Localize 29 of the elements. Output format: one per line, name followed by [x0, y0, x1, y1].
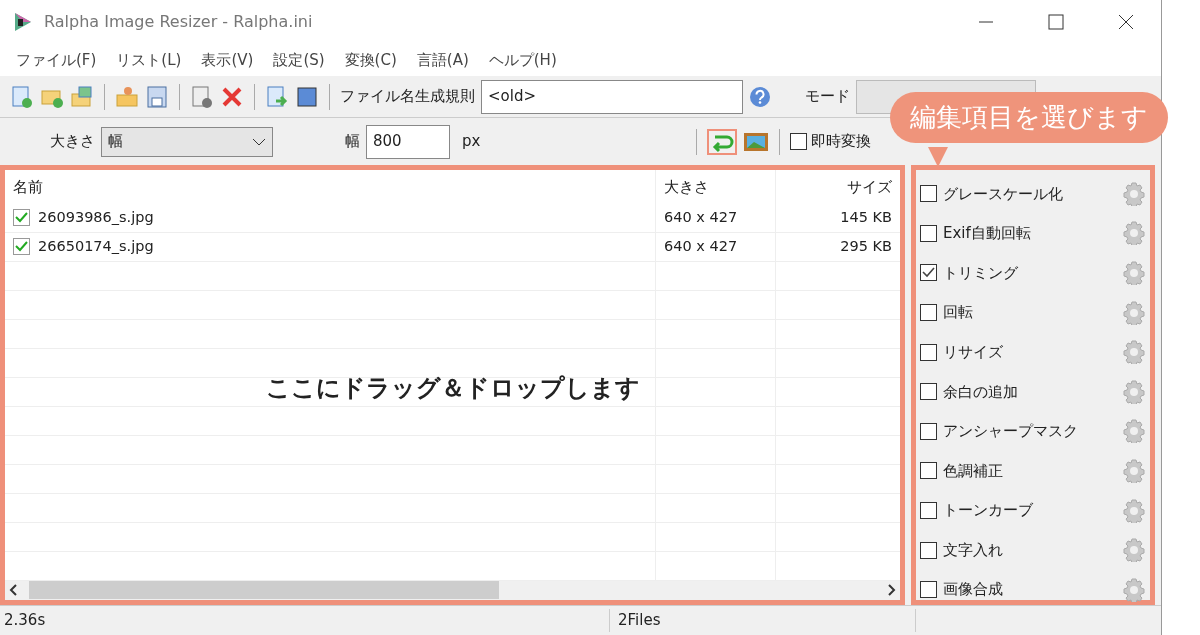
- drop-hint-text: ここにドラッグ＆ドロップします: [264, 373, 641, 404]
- edit-item-label: 画像合成: [943, 579, 1004, 601]
- image-dimensions: 640 x 427: [664, 236, 738, 256]
- size-value: 幅: [108, 131, 123, 153]
- size-label: 大きさ: [50, 131, 95, 153]
- edit-item-label: 色調補正: [943, 460, 1004, 482]
- filename-rule-label: ファイル名生成規則: [340, 86, 475, 108]
- edit-item-label: リサイズ: [943, 341, 1004, 363]
- edit-item-label: 回転: [943, 302, 974, 324]
- file-size: 295 KB: [840, 236, 892, 256]
- edit-item-label: グレースケール化: [943, 183, 1064, 205]
- edit-item-label: トリミング: [943, 262, 1019, 284]
- edit-item-label: 文字入れ: [943, 539, 1004, 561]
- file-name: 26093986_s.jpg: [38, 207, 154, 227]
- mode-label: モード: [805, 86, 850, 108]
- edit-item-label: Exif自動回転: [943, 223, 1032, 245]
- callout-tooltip: 編集項目を選びます: [890, 92, 1168, 143]
- status-file-count: 2Files: [610, 609, 916, 632]
- edit-item-label: トーンカーブ: [943, 500, 1034, 522]
- unit-label: px: [462, 131, 481, 153]
- image-dimensions: 640 x 427: [664, 207, 738, 227]
- window-title: Ralpha Image Resizer - Ralpha.ini: [44, 11, 313, 33]
- edit-item-label: 余白の追加: [943, 381, 1019, 403]
- file-name: 26650174_s.jpg: [38, 236, 154, 256]
- instant-convert-label: 即時変換: [811, 131, 872, 153]
- file-size: 145 KB: [840, 207, 892, 227]
- edit-item-label: アンシャープマスク: [943, 421, 1079, 443]
- width-label: 幅: [345, 131, 360, 153]
- status-time: 2.36s: [0, 609, 610, 632]
